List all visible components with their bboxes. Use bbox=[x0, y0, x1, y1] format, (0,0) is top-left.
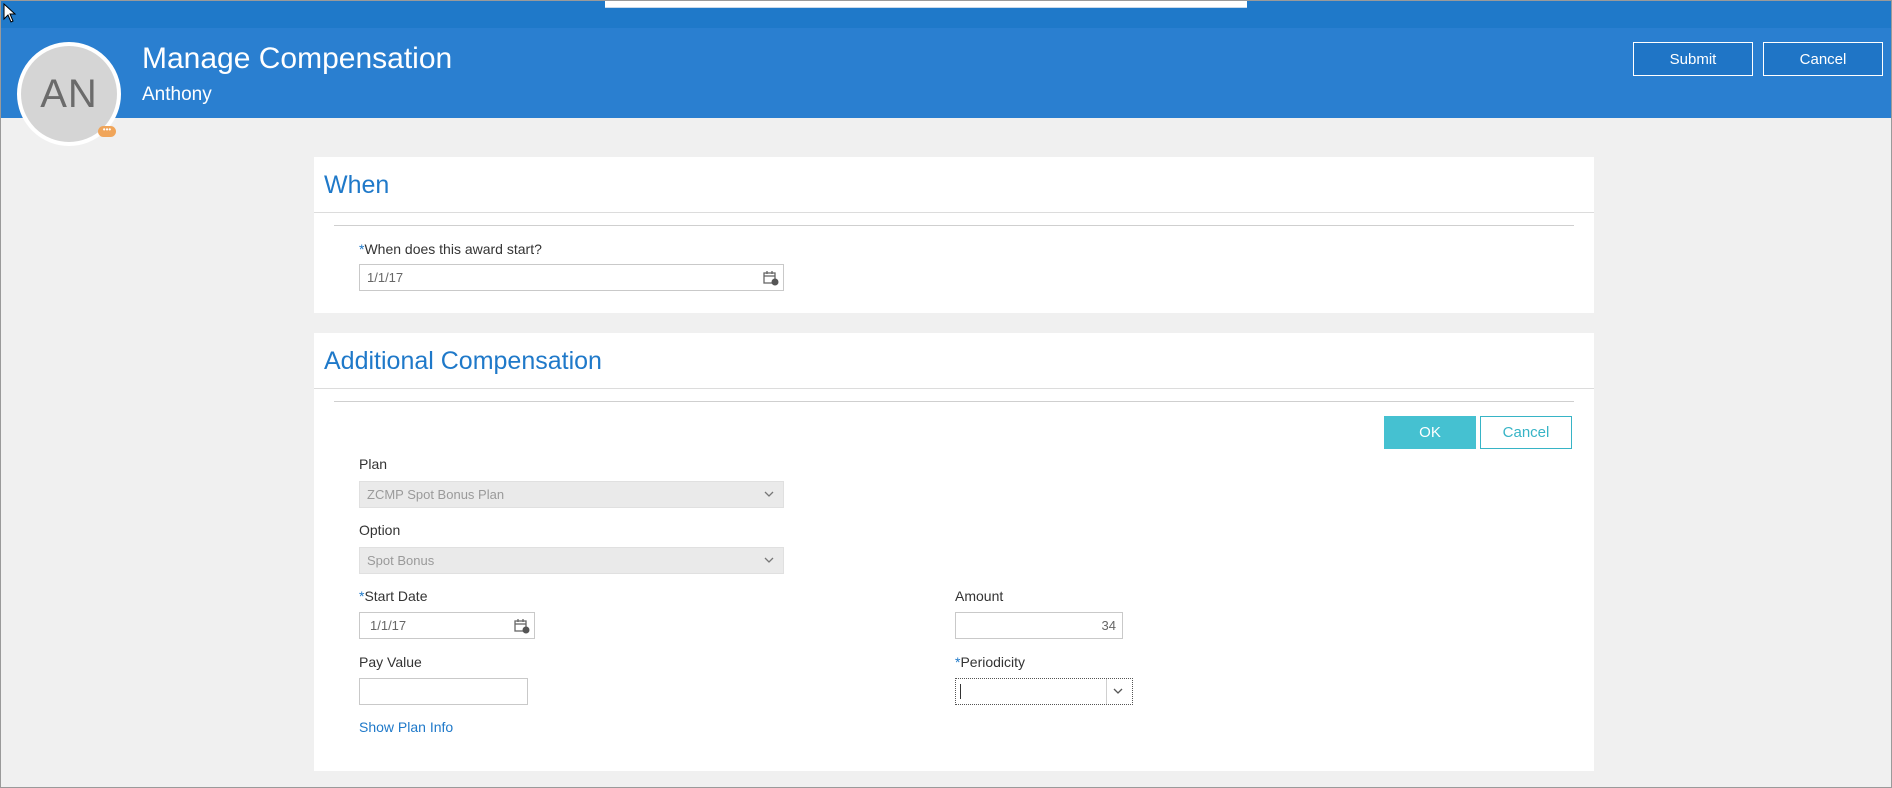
periodicity-label: *Periodicity bbox=[955, 654, 1025, 670]
section-cancel-button[interactable]: Cancel bbox=[1480, 416, 1572, 449]
additional-compensation-section: Additional Compensation OK Cancel Plan Z… bbox=[314, 333, 1594, 771]
additional-section-title: Additional Compensation bbox=[324, 347, 602, 375]
plan-value: ZCMP Spot Bonus Plan bbox=[367, 487, 505, 502]
award-start-date-input[interactable]: 1/1/17 bbox=[359, 264, 784, 291]
section-divider bbox=[314, 212, 1594, 213]
periodicity-select[interactable] bbox=[955, 678, 1133, 705]
start-date-label-text: Start Date bbox=[364, 588, 428, 604]
text-caret bbox=[960, 684, 961, 699]
periodicity-label-text: Periodicity bbox=[960, 654, 1026, 670]
start-date-input[interactable]: 1/1/17 bbox=[359, 612, 535, 639]
plan-label: Plan bbox=[359, 456, 388, 472]
top-search-bar[interactable] bbox=[605, 1, 1247, 8]
option-select: Spot Bonus bbox=[359, 547, 784, 574]
amount-label: Amount bbox=[955, 588, 1004, 604]
mouse-cursor-icon bbox=[3, 3, 17, 23]
pay-value-label: Pay Value bbox=[359, 654, 422, 670]
award-start-date-value: 1/1/17 bbox=[367, 270, 404, 285]
ok-button[interactable]: OK bbox=[1384, 416, 1476, 449]
select-divider bbox=[1106, 679, 1107, 704]
when-section-title: When bbox=[324, 171, 390, 199]
calendar-icon[interactable] bbox=[514, 618, 530, 634]
section-divider bbox=[334, 401, 1574, 402]
avatar-more-badge[interactable]: ••• bbox=[98, 126, 116, 137]
start-date-value: 1/1/17 bbox=[370, 618, 407, 633]
chevron-down-icon[interactable] bbox=[1112, 685, 1124, 697]
submit-button[interactable]: Submit bbox=[1633, 42, 1753, 76]
award-start-label: *When does this award start? bbox=[359, 241, 542, 257]
option-label: Option bbox=[359, 522, 401, 538]
page-subtitle: Anthony bbox=[142, 84, 212, 105]
chevron-down-icon bbox=[764, 557, 774, 563]
option-value: Spot Bonus bbox=[367, 553, 435, 568]
chevron-down-icon bbox=[764, 491, 774, 497]
amount-input[interactable]: 34 bbox=[955, 612, 1123, 639]
plan-select: ZCMP Spot Bonus Plan bbox=[359, 481, 784, 508]
avatar-initials: AN bbox=[40, 71, 98, 116]
header-cancel-button[interactable]: Cancel bbox=[1763, 42, 1883, 76]
pay-value-input[interactable] bbox=[359, 678, 528, 705]
show-plan-info-link[interactable]: Show Plan Info bbox=[359, 719, 453, 735]
page-title: Manage Compensation bbox=[142, 42, 453, 75]
section-divider bbox=[334, 225, 1574, 226]
amount-value: 34 bbox=[1101, 618, 1116, 633]
calendar-icon[interactable] bbox=[763, 270, 779, 286]
app-window: AN ••• Manage Compensation Anthony Submi… bbox=[0, 0, 1892, 788]
start-date-label: *Start Date bbox=[359, 588, 427, 604]
when-section: When *When does this award start? 1/1/17 bbox=[314, 157, 1594, 313]
award-start-label-text: When does this award start? bbox=[364, 241, 542, 257]
section-divider bbox=[314, 388, 1594, 389]
